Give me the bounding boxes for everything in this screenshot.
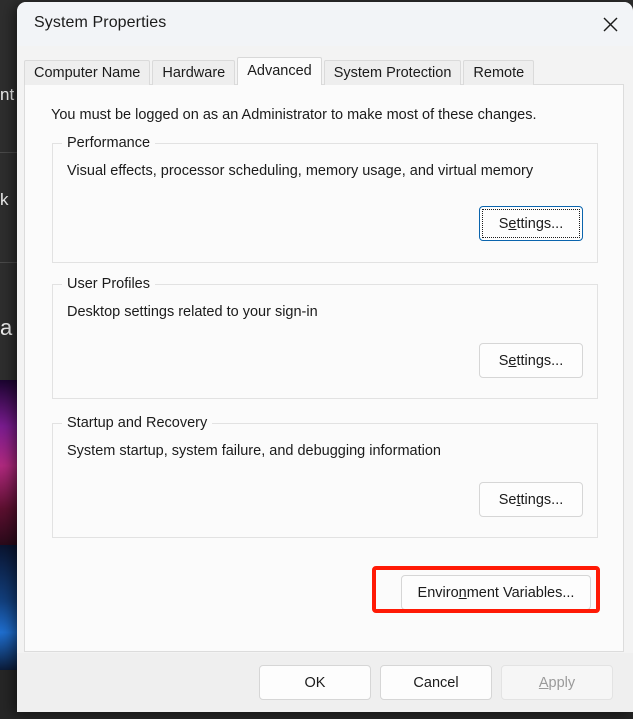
tab-system-protection[interactable]: System Protection [323,60,462,85]
cancel-button-label: Cancel [413,674,459,691]
environment-variables-button[interactable]: Enviro n ment Variables... [401,575,591,610]
tab-hardware[interactable]: Hardware [152,60,236,85]
apply-button-label-suffix: pply [548,674,576,691]
ok-button[interactable]: OK [259,665,371,700]
performance-settings-button[interactable]: Se ttings... [479,206,583,241]
tab-computer-name[interactable]: Computer Name [24,60,151,85]
environment-variables-label-mnemonic: n [458,584,467,601]
dialog-footer: OK Cancel Apply [17,653,633,712]
group-startup-recovery-description: System startup, system failure, and debu… [67,443,441,459]
environment-variables-label-suffix: ment Variables... [466,584,575,601]
user-profiles-settings-label-mnemonic: e [508,352,517,369]
user-profiles-settings-label-suffix: ttings... [516,352,564,369]
backdrop-text-fragment: nt [0,85,15,104]
apply-button-label-mnemonic: A [538,674,549,691]
group-user-profiles-legend: User Profiles [62,276,155,292]
administrator-note: You must be logged on as an Administrato… [51,107,537,123]
environment-variables-label-prefix: Enviro [417,584,459,601]
tab-strip: Computer Name Hardware Advanced System P… [24,57,536,85]
user-profiles-settings-label-prefix: S [498,352,509,369]
startup-recovery-settings-button[interactable]: Se t tings... [479,482,583,517]
group-startup-recovery-legend: Startup and Recovery [62,415,213,431]
tab-advanced[interactable]: Advanced [237,57,322,85]
close-icon[interactable] [587,2,633,46]
backdrop-text-fragment: a [0,315,13,340]
performance-settings-label-prefix: S [498,215,509,232]
group-user-profiles-description: Desktop settings related to your sign-in [67,304,318,320]
group-startup-recovery: Startup and Recovery System startup, sys… [52,415,598,538]
tab-remote[interactable]: Remote [463,60,535,85]
title-bar: System Properties [17,2,633,46]
startup-recovery-settings-label-prefix: Se [498,491,517,508]
group-performance-legend: Performance [62,135,156,151]
ok-button-label: OK [304,674,326,691]
group-performance: Performance Visual effects, processor sc… [52,135,598,263]
cancel-button[interactable]: Cancel [380,665,492,700]
group-user-profiles: User Profiles Desktop settings related t… [52,276,598,399]
startup-recovery-settings-label-suffix: tings... [520,491,564,508]
backdrop-text-fragment: k [0,190,9,209]
system-properties-dialog: System Properties Computer Name Hardware… [17,2,633,712]
performance-settings-label-suffix: ttings... [516,215,564,232]
group-performance-description: Visual effects, processor scheduling, me… [67,163,534,179]
apply-button[interactable]: Apply [501,665,613,700]
window-title: System Properties [34,14,167,31]
user-profiles-settings-button[interactable]: Se ttings... [479,343,583,378]
performance-settings-label-mnemonic: e [508,215,517,232]
tab-panel-advanced: You must be logged on as an Administrato… [24,84,624,652]
